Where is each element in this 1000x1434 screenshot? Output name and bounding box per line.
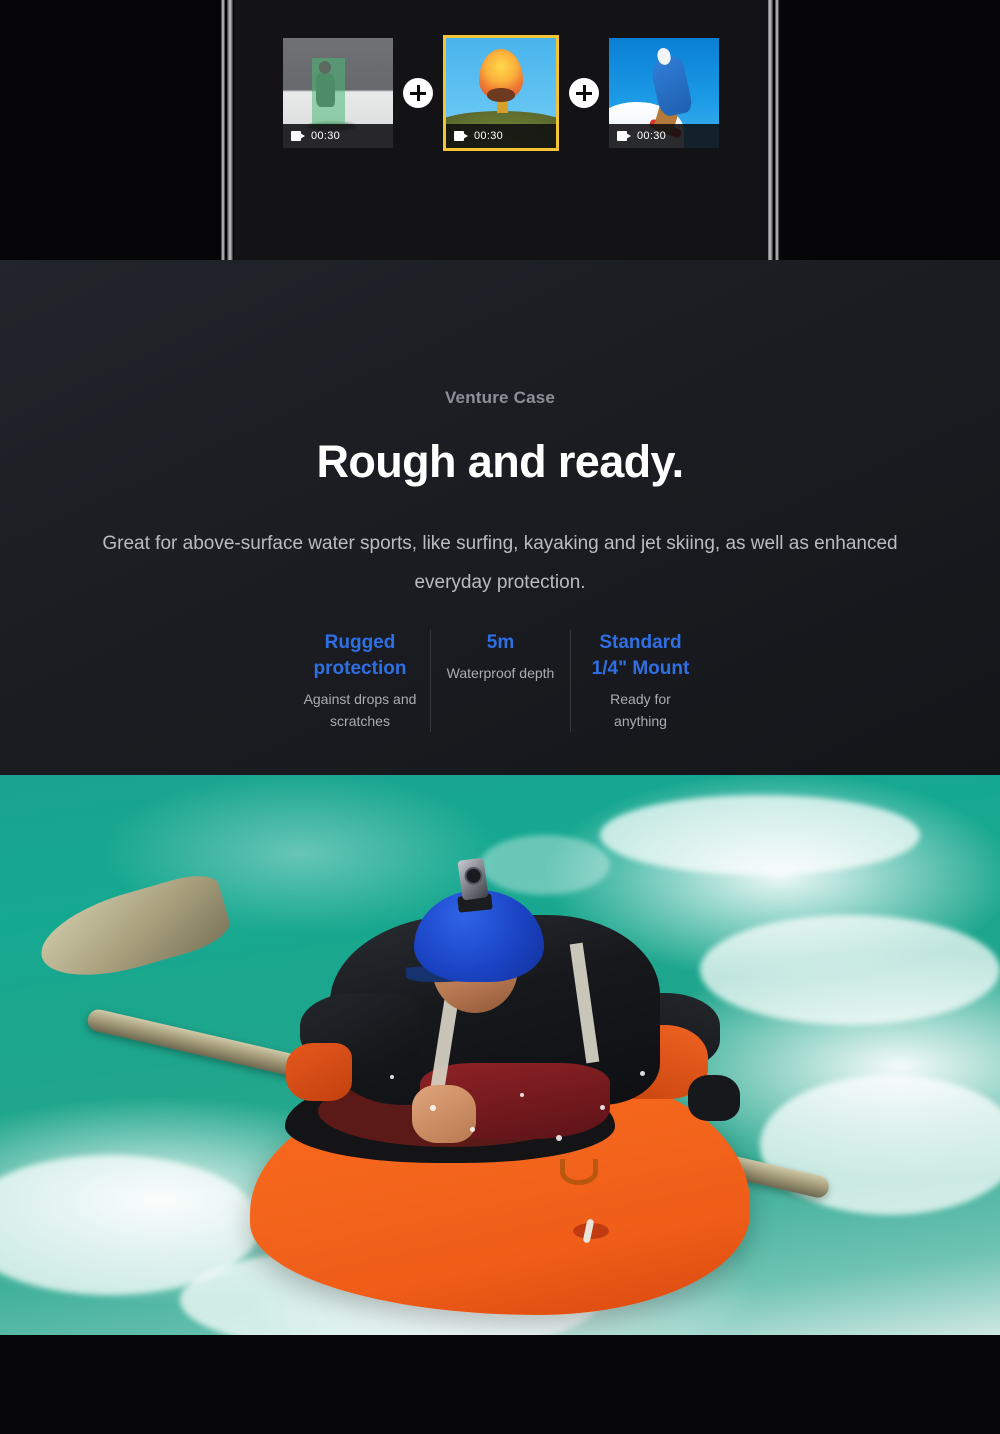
lifestyle-photo-kayaker xyxy=(0,775,1000,1335)
add-clip-slot-1 xyxy=(393,78,443,108)
product-page: 00:30 00:30 00:30 Venture Case Rough and… xyxy=(0,0,1000,1434)
feature-stats-row: Rugged protection Against drops and scra… xyxy=(0,630,1000,732)
video-camera-icon xyxy=(454,131,468,141)
kayaker-right-glove xyxy=(688,1075,740,1121)
right-background-gutter xyxy=(778,0,1000,260)
phone-screen: 00:30 00:30 00:30 xyxy=(234,0,768,260)
feature-stat-label: Against drops and scratches xyxy=(303,691,417,729)
clip-duration-2: 00:30 xyxy=(474,130,504,142)
product-description: Great for above-surface water sports, li… xyxy=(102,533,898,593)
page-title: Rough and ready. xyxy=(316,436,684,487)
clip-duration-bar-1: 00:30 xyxy=(283,124,393,148)
kayak-grab-handle xyxy=(560,1159,598,1185)
feature-stat-value: Rugged protection xyxy=(313,632,407,679)
left-background-gutter xyxy=(0,0,222,260)
add-clip-slot-2 xyxy=(559,78,609,108)
feature-stat-label: Waterproof depth xyxy=(446,665,555,681)
clip-thumbnail-2[interactable]: 00:30 xyxy=(443,35,559,151)
phone-right-edge-rail xyxy=(767,0,779,260)
kayaker-left-sleeve xyxy=(286,1043,352,1101)
clip-thumbnail-1[interactable]: 00:30 xyxy=(283,38,393,148)
add-clip-button-2[interactable] xyxy=(569,78,599,108)
feature-stat-rugged-protection: Rugged protection Against drops and scra… xyxy=(290,630,430,732)
bottom-black-band xyxy=(0,1335,1000,1434)
feature-stat-waterproof-depth: 5m Waterproof depth xyxy=(430,630,570,732)
feature-stat-standard-mount: Standard 1/4" Mount Ready for anything xyxy=(570,630,710,732)
venture-case-copy-section: Venture Case Rough and ready. Great for … xyxy=(0,260,1000,775)
clip-duration-bar-2: 00:30 xyxy=(446,124,556,148)
kayak-drain-plug xyxy=(573,1223,609,1239)
clip-duration-1: 00:30 xyxy=(311,130,341,142)
action-camera-icon xyxy=(457,857,489,901)
clip-timeline[interactable]: 00:30 00:30 00:30 xyxy=(234,32,768,154)
feature-stat-label: Ready for anything xyxy=(610,691,671,729)
product-eyebrow-label: Venture Case xyxy=(444,388,556,407)
video-camera-icon xyxy=(291,131,305,141)
kayaker-left-hand xyxy=(412,1085,476,1143)
add-clip-button-1[interactable] xyxy=(403,78,433,108)
clip-duration-bar-3: 00:30 xyxy=(609,124,719,148)
feature-stat-value: Standard 1/4" Mount xyxy=(591,632,690,679)
phone-clip-strip-section: 00:30 00:30 00:30 xyxy=(0,0,1000,260)
phone-left-edge-rail xyxy=(221,0,233,260)
clip-thumbnail-3[interactable]: 00:30 xyxy=(609,38,719,148)
video-camera-icon xyxy=(617,131,631,141)
clip-duration-3: 00:30 xyxy=(637,130,667,142)
feature-stat-value: 5m xyxy=(486,632,515,653)
